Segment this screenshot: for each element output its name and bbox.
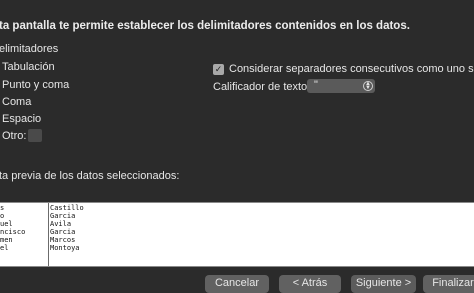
data-preview-panel[interactable]: s o uel ncisco men el Castillo Garcia Av… <box>0 202 474 267</box>
checkmark-icon: ✓ <box>214 64 223 74</box>
preview-cell: s <box>0 204 5 212</box>
preview-cell: o <box>0 212 5 220</box>
preview-cell: el <box>0 244 9 252</box>
consecutive-delimiters-label: Considerar separadores consecutivos como… <box>229 63 474 75</box>
preview-cell: Castillo <box>50 204 84 212</box>
column-divider <box>48 203 49 266</box>
preview-cell: men <box>0 236 13 244</box>
preview-cell: Montoya <box>50 244 80 252</box>
delimiter-comma-label: Coma <box>2 96 32 108</box>
text-qualifier-label: Calificador de texto: <box>213 81 311 93</box>
text-qualifier-select[interactable]: " ▲ ▼ <box>307 79 375 93</box>
delimiter-other-label: Otro: <box>2 130 27 142</box>
delimiter-tab-label: Tabulación <box>2 61 55 73</box>
next-button[interactable]: Siguiente > <box>351 275 416 293</box>
preview-cell: Garcia <box>50 212 76 220</box>
preview-cell: uel <box>0 220 13 228</box>
delimiter-semicolon-label: Punto y coma <box>2 79 70 91</box>
preview-cell: Marcos <box>50 236 76 244</box>
preview-column-1: s o uel ncisco men el <box>0 204 25 252</box>
other-delimiter-input[interactable] <box>28 129 42 142</box>
preview-cell: Garcia <box>50 228 76 236</box>
cancel-button[interactable]: Cancelar <box>205 275 269 293</box>
up-down-chevron-icon: ▲ ▼ <box>363 81 373 91</box>
preview-cell: ncisco <box>0 228 26 236</box>
preview-cell: Avila <box>50 220 72 228</box>
delimiters-heading: elimitadores <box>0 43 59 55</box>
delimiter-space-label: Espacio <box>2 113 42 125</box>
data-preview-label: ta previa de los datos seleccionados: <box>0 170 180 182</box>
preview-column-2: Castillo Garcia Avila Garcia Marcos Mont… <box>50 204 84 252</box>
text-qualifier-value: " <box>314 79 318 91</box>
consecutive-delimiters-checkbox[interactable]: ✓ <box>213 64 224 75</box>
back-button[interactable]: < Atrás <box>279 275 341 293</box>
instructions-text: ta pantalla te permite establecer los de… <box>0 20 410 32</box>
finish-button[interactable]: Finalizar <box>423 275 474 293</box>
